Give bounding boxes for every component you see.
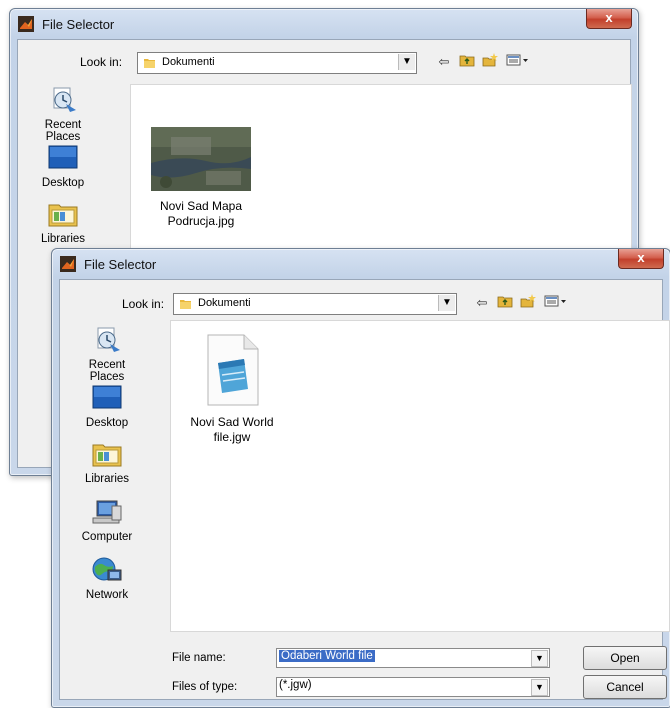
front-file-list: Novi Sad World file.jgw — [170, 320, 670, 632]
back-arrow-icon[interactable]: ⇦ — [435, 53, 453, 71]
image-thumbnail-icon — [151, 127, 251, 191]
computer-icon — [92, 500, 122, 524]
back-window-title: File Selector — [42, 17, 115, 32]
file-item[interactable]: Novi Sad World file.jgw — [171, 333, 293, 445]
back-arrow-icon[interactable]: ⇦ — [473, 294, 491, 312]
place-label: Libraries — [40, 233, 86, 245]
front-client-area: Look in: Dokumenti ▼ ⇦ Recent Places Des… — [59, 279, 670, 700]
folder-icon — [144, 59, 155, 68]
place-label: Computer — [81, 531, 133, 543]
matlab-app-icon — [18, 16, 34, 32]
file-name-line: Novi Sad World — [190, 415, 274, 429]
open-button[interactable]: Open — [583, 646, 667, 670]
front-look-in-value: Dokumenti — [198, 297, 251, 309]
back-file-list: Novi Sad Mapa Podrucja.jpg — [130, 84, 632, 256]
front-look-in-label: Look in: — [122, 297, 165, 311]
place-recent-places[interactable]: Recent Places — [70, 326, 144, 383]
libraries-icon — [92, 444, 122, 467]
place-desktop[interactable]: Desktop — [26, 144, 100, 189]
place-label: Network — [85, 589, 129, 601]
cancel-button[interactable]: Cancel — [583, 675, 667, 699]
file-name-input[interactable]: Odaberi World file ▼ — [276, 648, 550, 668]
place-label: Recent Places — [88, 359, 126, 383]
front-window-title: File Selector — [84, 257, 157, 272]
front-file-selector-window: File Selector x Look in: Dokumenti ▼ ⇦ R… — [51, 248, 670, 708]
new-folder-icon[interactable] — [481, 53, 499, 71]
place-label: Recent Places — [44, 119, 82, 143]
place-label: Libraries — [84, 473, 130, 485]
folder-icon — [180, 300, 191, 309]
place-network[interactable]: Network — [70, 556, 144, 601]
back-look-in-label: Look in: — [80, 55, 123, 69]
back-look-in-combo[interactable]: Dokumenti ▼ — [137, 52, 417, 74]
place-computer[interactable]: Computer — [70, 498, 144, 543]
file-name-line: file.jgw — [213, 430, 251, 444]
place-recent-places[interactable]: Recent Places — [26, 86, 100, 143]
up-folder-icon[interactable] — [458, 53, 476, 71]
place-libraries[interactable]: Libraries — [26, 200, 100, 245]
back-close-button[interactable]: x — [586, 9, 632, 29]
front-title-bar[interactable]: File Selector x — [52, 249, 670, 279]
file-name-value: Odaberi World file — [279, 650, 375, 662]
file-name-value-wrap: Odaberi World file — [279, 650, 375, 662]
front-close-button[interactable]: x — [618, 249, 664, 269]
back-look-in-value: Dokumenti — [162, 56, 215, 68]
chevron-down-icon[interactable]: ▼ — [531, 650, 548, 667]
recent-places-icon — [53, 87, 76, 112]
file-name-label: File name: — [172, 652, 226, 664]
recent-places-icon — [97, 327, 120, 352]
chevron-down-icon[interactable]: ▼ — [398, 54, 415, 70]
desktop-icon — [92, 385, 122, 409]
up-folder-icon[interactable] — [496, 294, 514, 312]
back-title-bar[interactable]: File Selector x — [10, 9, 638, 39]
file-name-line: Novi Sad Mapa — [159, 199, 243, 213]
libraries-icon — [48, 204, 78, 227]
files-of-type-label: Files of type: — [172, 681, 238, 693]
files-of-type-value: (*.jgw) — [279, 679, 312, 691]
view-menu-icon[interactable] — [505, 53, 531, 71]
place-desktop[interactable]: Desktop — [70, 384, 144, 429]
view-menu-icon[interactable] — [543, 294, 569, 312]
chevron-down-icon[interactable]: ▼ — [531, 679, 548, 696]
matlab-app-icon — [60, 256, 76, 272]
front-look-in-combo[interactable]: Dokumenti ▼ — [173, 293, 457, 315]
notepad-document-icon — [207, 334, 259, 406]
network-icon — [92, 557, 122, 581]
place-label: Desktop — [85, 417, 129, 429]
place-label: Desktop — [41, 177, 85, 189]
place-libraries[interactable]: Libraries — [70, 440, 144, 485]
file-item[interactable]: Novi Sad Mapa Podrucja.jpg — [131, 127, 271, 229]
file-name-line: Podrucja.jpg — [167, 214, 235, 228]
desktop-icon — [48, 145, 78, 169]
files-of-type-select[interactable]: (*.jgw) ▼ — [276, 677, 550, 697]
front-places-bar: Recent Places Desktop Libraries Computer… — [70, 326, 144, 616]
chevron-down-icon[interactable]: ▼ — [438, 295, 455, 311]
new-folder-icon[interactable] — [519, 294, 537, 312]
